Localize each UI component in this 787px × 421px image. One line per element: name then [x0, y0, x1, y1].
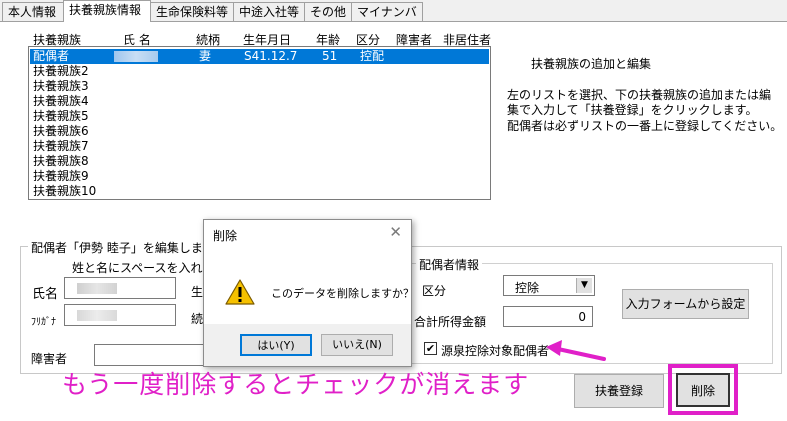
list-header: 扶養親族 氏 名 続柄 生年月日 年齢 区分 障害者 非居住者 — [0, 31, 500, 47]
annotation-arrow — [546, 340, 606, 361]
tab-personal-info[interactable]: 本人情報 — [2, 2, 64, 21]
name-label: 氏名 — [32, 287, 59, 302]
row-category: 控配 — [360, 49, 385, 63]
category-select[interactable]: 控除 ▼ — [503, 275, 595, 296]
withholding-label: 源泉控除対象配偶者 — [441, 344, 550, 358]
list-item[interactable]: 扶養親族10 — [30, 184, 489, 199]
withholding-checkbox[interactable]: ✔ — [424, 342, 437, 355]
info-title: 扶養親族の追加と編集 — [531, 57, 652, 71]
chevron-down-icon[interactable]: ▼ — [576, 278, 592, 293]
list-item[interactable]: 扶養親族8 — [30, 154, 489, 169]
close-icon[interactable]: ✕ — [389, 223, 402, 241]
category-label: 区分 — [422, 284, 447, 298]
info-line-2: 集で入力して「扶養登録」をクリックします。 — [507, 103, 758, 117]
dialog-title: 削除 — [213, 229, 238, 243]
row-birthdate: S41.12.7 — [244, 49, 298, 63]
kana-label: ﾌﾘｶﾞﾅ — [31, 317, 56, 328]
income-label: 合計所得金額 — [414, 315, 487, 329]
tab-dependents[interactable]: 扶養親族情報 — [63, 0, 151, 22]
delete-dialog: 削除 ✕ このデータを削除しますか？ はい(Y) いいえ(N) — [203, 219, 414, 367]
yes-button[interactable]: はい(Y) — [240, 334, 312, 356]
redacted-kana — [77, 310, 117, 321]
list-item[interactable]: 扶養親族6 — [30, 124, 489, 139]
tab-mid-year-hire[interactable]: 中途入社等 — [233, 2, 305, 21]
list-item[interactable]: 扶養親族2 — [30, 64, 489, 79]
warning-icon — [225, 279, 255, 305]
relation-label: 続 — [191, 312, 204, 326]
dialog-message: このデータを削除しますか？ — [271, 287, 414, 300]
tab-life-insurance[interactable]: 生命保険料等 — [150, 2, 234, 21]
income-input[interactable]: 0 — [503, 306, 593, 327]
redacted-name — [77, 283, 117, 294]
tab-my-number[interactable]: マイナンバー — [351, 2, 423, 38]
info-line-3: 配偶者は必ずリストの一番上に登録してください。 — [507, 119, 783, 133]
row-relation: 妻 — [199, 49, 212, 63]
income-value: 0 — [578, 310, 586, 324]
delete-button[interactable]: 削除 — [676, 373, 730, 407]
list-item[interactable]: 扶養親族3 — [30, 79, 489, 94]
register-dependent-button[interactable]: 扶養登録 — [574, 374, 664, 408]
list-item[interactable]: 扶養親族4 — [30, 94, 489, 109]
no-button[interactable]: いいえ(N) — [321, 334, 393, 356]
list-item[interactable]: 扶養親族5 — [30, 109, 489, 124]
tab-other[interactable]: その他 — [304, 2, 352, 21]
birth-label: 生 — [191, 285, 204, 299]
category-value: 控除 — [515, 281, 540, 295]
list-item[interactable]: 扶養親族7 — [30, 139, 489, 154]
info-line-1: 左のリストを選択、下の扶養親族の追加または編 — [507, 88, 772, 102]
disability-label: 障害者 — [31, 352, 68, 366]
dependents-list[interactable]: 配偶者 妻 S41.12.7 51 控配 扶養親族2 扶養親族3 扶養親族4 扶… — [28, 46, 491, 200]
list-item-spouse[interactable]: 配偶者 妻 S41.12.7 51 控配 — [30, 49, 489, 64]
disability-input[interactable] — [94, 344, 214, 366]
kana-input[interactable] — [64, 304, 176, 326]
spouse-info-title: 配偶者情報 — [416, 256, 483, 273]
input-form-button[interactable]: 入力フォームから設定 — [622, 289, 749, 319]
annotation-text: もう一度削除するとチェックが消えます — [62, 370, 530, 399]
row-age: 51 — [322, 49, 338, 63]
edit-group-title: 配偶者「伊勢 睦子」を編集します。 — [28, 239, 229, 256]
tab-bar: 本人情報 扶養親族情報 生命保険料等 中途入社等 その他 マイナンバー — [0, 0, 787, 38]
name-input[interactable] — [64, 277, 176, 299]
dialog-footer: はい(Y) いいえ(N) — [204, 324, 411, 366]
row-label: 配偶者 — [33, 49, 70, 63]
list-item[interactable]: 扶養親族9 — [30, 169, 489, 184]
